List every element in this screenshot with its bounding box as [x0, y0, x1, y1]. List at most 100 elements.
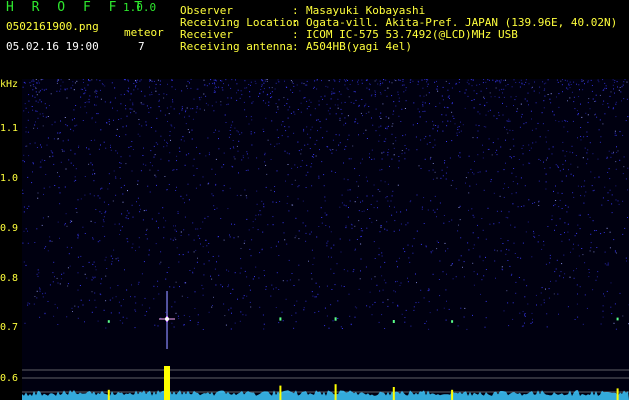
noise-dot — [610, 91, 612, 93]
noise-dot — [500, 146, 502, 148]
noise-dot — [397, 94, 399, 96]
noise-dot — [460, 255, 462, 257]
noise-dot — [249, 96, 251, 98]
noise-dot — [579, 286, 581, 288]
noise-dot — [197, 324, 199, 326]
noise-dot — [523, 84, 525, 86]
noise-dot — [428, 301, 430, 303]
noise-dot — [34, 142, 36, 144]
noise-dot — [31, 182, 33, 184]
noise-dot — [476, 273, 478, 275]
noise-dot — [65, 168, 67, 170]
noise-dot — [155, 90, 157, 92]
noise-dot — [84, 176, 86, 177]
noise-dot — [369, 291, 371, 293]
noise-dot — [612, 108, 614, 110]
noise-dot — [582, 157, 584, 159]
noise-dot — [276, 143, 278, 145]
noise-dot — [251, 102, 253, 104]
noise-dot — [155, 130, 157, 132]
noise-dot — [565, 120, 567, 122]
noise-dot — [373, 241, 375, 243]
noise-dot — [408, 149, 410, 151]
noise-dot — [417, 84, 419, 85]
noise-dot — [559, 275, 561, 277]
noise-dot — [443, 222, 445, 224]
noise-dot — [278, 81, 280, 83]
noise-dot — [23, 81, 25, 83]
noise-dot — [329, 148, 331, 150]
noise-dot — [591, 85, 593, 86]
noise-dot — [524, 185, 526, 187]
noise-dot — [47, 137, 49, 139]
noise-dot — [335, 149, 337, 151]
noise-dot — [501, 266, 503, 268]
noise-dot — [500, 238, 502, 239]
noise-dot — [244, 87, 246, 89]
noise-dot — [316, 79, 318, 81]
noise-dot — [590, 247, 592, 249]
noise-dot — [284, 150, 286, 152]
noise-dot — [473, 284, 475, 286]
noise-dot — [215, 129, 216, 131]
noise-dot — [610, 156, 612, 158]
noise-dot — [487, 207, 489, 209]
noise-dot — [357, 81, 359, 83]
noise-dot — [264, 275, 265, 277]
noise-dot — [294, 113, 296, 115]
noise-dot — [449, 97, 450, 99]
noise-dot — [191, 129, 193, 131]
noise-dot — [542, 81, 544, 83]
noise-dot — [378, 254, 380, 256]
noise-dot — [39, 90, 41, 92]
noise-dot — [120, 94, 122, 96]
noise-dot — [469, 185, 471, 187]
noise-dot — [450, 265, 452, 266]
noise-dot — [133, 89, 135, 91]
noise-dot — [212, 82, 214, 84]
noise-dot — [77, 289, 79, 291]
noise-dot — [256, 190, 258, 192]
noise-dot — [583, 136, 585, 138]
noise-dot — [323, 174, 325, 176]
noise-dot — [332, 139, 334, 141]
noise-dot — [573, 96, 575, 98]
noise-dot — [592, 190, 594, 192]
noise-dot — [445, 114, 447, 116]
noise-dot — [473, 173, 475, 175]
noise-dot — [270, 247, 272, 249]
noise-dot — [615, 185, 617, 187]
noise-dot — [532, 142, 534, 144]
noise-dot — [458, 126, 460, 128]
noise-dot — [447, 120, 449, 122]
noise-dot — [375, 108, 377, 110]
noise-dot — [619, 159, 621, 161]
noise-dot — [444, 106, 446, 108]
noise-dot — [443, 307, 445, 309]
noise-dot — [505, 79, 506, 81]
noise-dot — [166, 272, 168, 273]
noise-dot — [92, 238, 94, 240]
noise-dot — [172, 169, 174, 171]
noise-dot — [27, 131, 29, 133]
meteor-echo — [107, 320, 110, 323]
noise-dot — [95, 209, 97, 210]
noise-dot — [458, 207, 460, 208]
noise-dot — [120, 103, 122, 105]
noise-dot — [166, 94, 168, 96]
noise-dot — [42, 115, 44, 117]
noise-dot — [77, 237, 79, 239]
noise-dot — [512, 130, 514, 131]
noise-dot — [543, 83, 545, 85]
noise-dot — [587, 81, 589, 83]
noise-dot — [372, 195, 374, 197]
noise-dot — [117, 257, 119, 259]
noise-dot — [555, 200, 557, 201]
noise-dot — [227, 97, 229, 99]
noise-dot — [393, 101, 395, 103]
noise-dot — [602, 103, 604, 105]
noise-dot — [620, 91, 622, 93]
noise-dot — [363, 210, 365, 212]
noise-dot — [147, 185, 149, 187]
noise-dot — [92, 263, 94, 265]
